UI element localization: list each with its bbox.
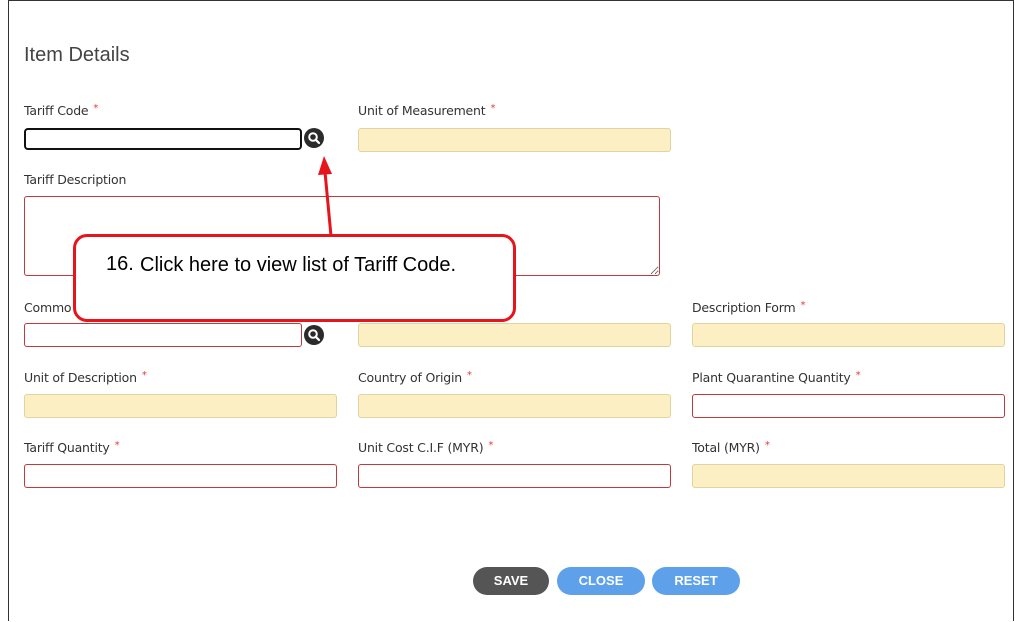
unit-of-description-field xyxy=(24,394,337,418)
tariff-code-label: Tariff Code * xyxy=(24,103,99,118)
commodity-description-field xyxy=(358,323,671,347)
tariff-quantity-input[interactable] xyxy=(24,464,337,488)
unit-of-measurement-label: Unit of Measurement * xyxy=(358,103,496,118)
search-icon[interactable] xyxy=(304,128,324,148)
close-button[interactable]: CLOSE xyxy=(557,567,645,595)
search-icon[interactable] xyxy=(304,325,324,345)
description-form-label: Description Form * xyxy=(692,300,806,315)
unit-of-measurement-field xyxy=(358,128,671,152)
total-field xyxy=(692,464,1005,488)
commodity-label: Commo xyxy=(24,300,72,315)
country-of-origin-label: Country of Origin * xyxy=(358,370,472,385)
page-title: Item Details xyxy=(24,44,130,66)
tariff-quantity-label: Tariff Quantity * xyxy=(24,440,120,455)
commodity-input[interactable] xyxy=(24,323,302,347)
reset-button[interactable]: RESET xyxy=(652,567,740,595)
save-button[interactable]: SAVE xyxy=(473,567,549,595)
unit-cost-cif-input[interactable] xyxy=(358,464,671,488)
description-form-field xyxy=(692,323,1005,347)
callout-step-number: 16. xyxy=(106,253,134,275)
tariff-code-input[interactable] xyxy=(24,128,302,150)
callout-text: Click here to view list of Tariff Code. xyxy=(140,254,457,276)
plant-quarantine-quantity-input[interactable] xyxy=(692,394,1005,418)
tariff-description-label: Tariff Description xyxy=(24,172,127,187)
instruction-callout: 16. Click here to view list of Tariff Co… xyxy=(73,234,516,322)
total-label: Total (MYR) * xyxy=(692,440,770,455)
unit-cost-cif-label: Unit Cost C.I.F (MYR) * xyxy=(358,440,494,455)
country-of-origin-field xyxy=(358,394,671,418)
unit-of-description-label: Unit of Description * xyxy=(24,370,147,385)
plant-quarantine-quantity-label: Plant Quarantine Quantity * xyxy=(692,370,861,385)
